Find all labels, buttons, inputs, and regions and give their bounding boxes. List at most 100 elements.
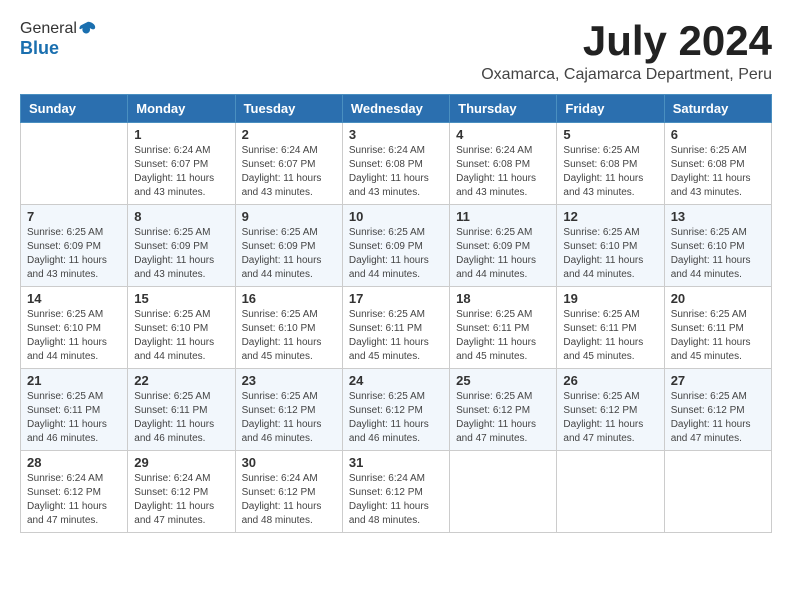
day-info: Sunrise: 6:24 AMSunset: 6:12 PMDaylight:…	[242, 472, 336, 528]
day-info: Sunrise: 6:25 AMSunset: 6:08 PMDaylight:…	[671, 144, 765, 200]
calendar-cell: 31 Sunrise: 6:24 AMSunset: 6:12 PMDayligh…	[342, 451, 449, 533]
calendar-cell: 13 Sunrise: 6:25 AMSunset: 6:10 PMDayligh…	[664, 205, 771, 287]
day-number: 26	[563, 373, 657, 388]
calendar-cell: 6 Sunrise: 6:25 AMSunset: 6:08 PMDaylight…	[664, 123, 771, 205]
calendar-cell: 18Sunrise: 6:25 AMSunset: 6:11 PMDayligh…	[450, 287, 557, 369]
day-info: Sunrise: 6:24 AMSunset: 6:08 PMDaylight:…	[349, 144, 443, 200]
calendar-cell: 1Sunrise: 6:24 AMSunset: 6:07 PMDaylight…	[128, 123, 235, 205]
day-info: Sunrise: 6:25 AMSunset: 6:08 PMDaylight:…	[563, 144, 657, 200]
logo-general-text: General	[20, 20, 77, 38]
calendar-cell: 11 Sunrise: 6:25 AMSunset: 6:09 PMDayligh…	[450, 205, 557, 287]
calendar-cell: 23 Sunrise: 6:25 AMSunset: 6:12 PMDayligh…	[235, 369, 342, 451]
day-number: 11	[456, 209, 550, 224]
calendar-cell: 27 Sunrise: 6:25 AMSunset: 6:12 PMDayligh…	[664, 369, 771, 451]
day-info: Sunrise: 6:25 AMSunset: 6:11 PMDaylight:…	[349, 308, 443, 364]
day-info: Sunrise: 6:25 AMSunset: 6:10 PMDaylight:…	[27, 308, 121, 364]
calendar-table: SundayMondayTuesdayWednesdayThursdayFrid…	[20, 94, 772, 533]
day-number: 4	[456, 127, 550, 142]
day-number: 31	[349, 455, 443, 470]
calendar-cell: 7 Sunrise: 6:25 AMSunset: 6:09 PMDaylight…	[21, 205, 128, 287]
calendar-cell	[450, 451, 557, 533]
day-info: Sunrise: 6:25 AMSunset: 6:10 PMDaylight:…	[563, 226, 657, 282]
day-number: 29	[134, 455, 228, 470]
day-number: 14	[27, 291, 121, 306]
day-info: Sunrise: 6:25 AMSunset: 6:12 PMDaylight:…	[563, 390, 657, 446]
calendar-header-monday: Monday	[128, 95, 235, 123]
day-number: 12	[563, 209, 657, 224]
day-info: Sunrise: 6:25 AMSunset: 6:10 PMDaylight:…	[242, 308, 336, 364]
day-number: 10	[349, 209, 443, 224]
calendar-cell	[664, 451, 771, 533]
day-number: 24	[349, 373, 443, 388]
day-number: 3	[349, 127, 443, 142]
calendar-cell: 30 Sunrise: 6:24 AMSunset: 6:12 PMDayligh…	[235, 451, 342, 533]
day-number: 27	[671, 373, 765, 388]
calendar-week-row: 7 Sunrise: 6:25 AMSunset: 6:09 PMDaylight…	[21, 205, 772, 287]
day-info: Sunrise: 6:24 AMSunset: 6:12 PMDaylight:…	[349, 472, 443, 528]
day-number: 30	[242, 455, 336, 470]
day-info: Sunrise: 6:25 AMSunset: 6:09 PMDaylight:…	[349, 226, 443, 282]
calendar-week-row: 28Sunrise: 6:24 AMSunset: 6:12 PMDayligh…	[21, 451, 772, 533]
day-number: 8	[134, 209, 228, 224]
month-title: July 2024	[481, 20, 772, 62]
day-number: 15	[134, 291, 228, 306]
calendar-cell: 15 Sunrise: 6:25 AMSunset: 6:10 PMDayligh…	[128, 287, 235, 369]
calendar-header-wednesday: Wednesday	[342, 95, 449, 123]
logo-blue-text: Blue	[20, 38, 59, 59]
day-info: Sunrise: 6:24 AMSunset: 6:12 PMDaylight:…	[134, 472, 228, 528]
day-number: 23	[242, 373, 336, 388]
day-number: 20	[671, 291, 765, 306]
day-number: 13	[671, 209, 765, 224]
logo: General Blue	[20, 20, 97, 59]
day-number: 6	[671, 127, 765, 142]
day-info: Sunrise: 6:24 AMSunset: 6:08 PMDaylight:…	[456, 144, 550, 200]
calendar-cell: 14 Sunrise: 6:25 AMSunset: 6:10 PMDayligh…	[21, 287, 128, 369]
calendar-cell	[21, 123, 128, 205]
calendar-cell: 25 Sunrise: 6:25 AMSunset: 6:12 PMDayligh…	[450, 369, 557, 451]
location-title: Oxamarca, Cajamarca Department, Peru	[481, 66, 772, 84]
day-info: Sunrise: 6:25 AMSunset: 6:12 PMDaylight:…	[671, 390, 765, 446]
calendar-cell: 29 Sunrise: 6:24 AMSunset: 6:12 PMDayligh…	[128, 451, 235, 533]
calendar-header-row: SundayMondayTuesdayWednesdayThursdayFrid…	[21, 95, 772, 123]
calendar-cell: 22 Sunrise: 6:25 AMSunset: 6:11 PMDayligh…	[128, 369, 235, 451]
day-info: Sunrise: 6:25 AMSunset: 6:09 PMDaylight:…	[27, 226, 121, 282]
calendar-cell: 20 Sunrise: 6:25 AMSunset: 6:11 PMDayligh…	[664, 287, 771, 369]
calendar-cell: 17Sunrise: 6:25 AMSunset: 6:11 PMDayligh…	[342, 287, 449, 369]
day-number: 2	[242, 127, 336, 142]
day-info: Sunrise: 6:25 AMSunset: 6:11 PMDaylight:…	[134, 390, 228, 446]
logo-bird-icon	[79, 20, 97, 38]
day-info: Sunrise: 6:25 AMSunset: 6:09 PMDaylight:…	[242, 226, 336, 282]
calendar-cell: 21Sunrise: 6:25 AMSunset: 6:11 PMDayligh…	[21, 369, 128, 451]
calendar-header-sunday: Sunday	[21, 95, 128, 123]
day-number: 5	[563, 127, 657, 142]
calendar-week-row: 14 Sunrise: 6:25 AMSunset: 6:10 PMDayligh…	[21, 287, 772, 369]
calendar-cell: 4 Sunrise: 6:24 AMSunset: 6:08 PMDaylight…	[450, 123, 557, 205]
title-area: July 2024 Oxamarca, Cajamarca Department…	[481, 20, 772, 84]
calendar-cell: 5 Sunrise: 6:25 AMSunset: 6:08 PMDaylight…	[557, 123, 664, 205]
day-number: 25	[456, 373, 550, 388]
calendar-week-row: 1Sunrise: 6:24 AMSunset: 6:07 PMDaylight…	[21, 123, 772, 205]
calendar-week-row: 21Sunrise: 6:25 AMSunset: 6:11 PMDayligh…	[21, 369, 772, 451]
calendar-cell: 24 Sunrise: 6:25 AMSunset: 6:12 PMDayligh…	[342, 369, 449, 451]
day-number: 9	[242, 209, 336, 224]
day-info: Sunrise: 6:25 AMSunset: 6:09 PMDaylight:…	[134, 226, 228, 282]
day-info: Sunrise: 6:25 AMSunset: 6:10 PMDaylight:…	[671, 226, 765, 282]
page-header: General Blue July 2024 Oxamarca, Cajamar…	[20, 20, 772, 84]
day-number: 22	[134, 373, 228, 388]
calendar-cell: 28Sunrise: 6:24 AMSunset: 6:12 PMDayligh…	[21, 451, 128, 533]
day-info: Sunrise: 6:25 AMSunset: 6:11 PMDaylight:…	[563, 308, 657, 364]
day-info: Sunrise: 6:25 AMSunset: 6:12 PMDaylight:…	[349, 390, 443, 446]
day-number: 1	[134, 127, 228, 142]
day-number: 19	[563, 291, 657, 306]
day-info: Sunrise: 6:25 AMSunset: 6:09 PMDaylight:…	[456, 226, 550, 282]
calendar-cell: 10 Sunrise: 6:25 AMSunset: 6:09 PMDayligh…	[342, 205, 449, 287]
day-info: Sunrise: 6:25 AMSunset: 6:12 PMDaylight:…	[456, 390, 550, 446]
calendar-cell: 9 Sunrise: 6:25 AMSunset: 6:09 PMDaylight…	[235, 205, 342, 287]
calendar-header-friday: Friday	[557, 95, 664, 123]
calendar-cell: 3 Sunrise: 6:24 AMSunset: 6:08 PMDaylight…	[342, 123, 449, 205]
day-number: 7	[27, 209, 121, 224]
day-info: Sunrise: 6:25 AMSunset: 6:12 PMDaylight:…	[242, 390, 336, 446]
day-info: Sunrise: 6:25 AMSunset: 6:11 PMDaylight:…	[671, 308, 765, 364]
calendar-cell: 8 Sunrise: 6:25 AMSunset: 6:09 PMDaylight…	[128, 205, 235, 287]
day-info: Sunrise: 6:25 AMSunset: 6:10 PMDaylight:…	[134, 308, 228, 364]
